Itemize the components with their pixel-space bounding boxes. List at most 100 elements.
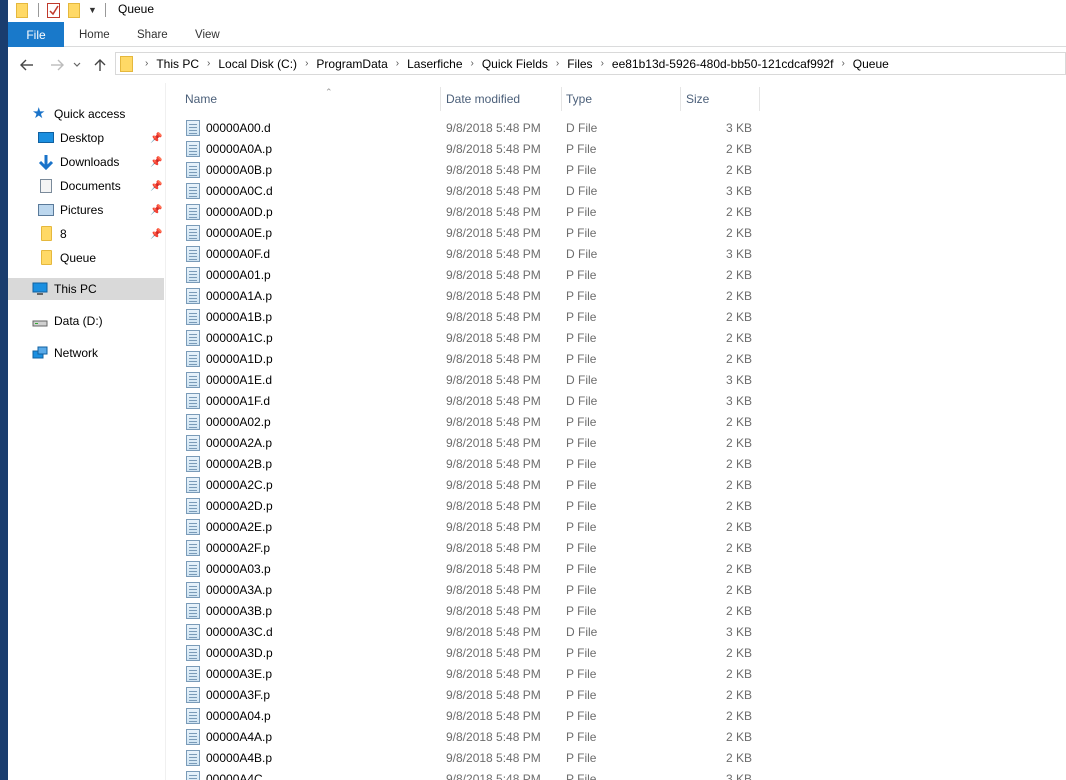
file-row[interactable]: 00000A2A.p 9/8/2018 5:48 PM P File 2 KB: [166, 432, 766, 453]
file-name-cell[interactable]: 00000A2C.p: [186, 474, 273, 495]
column-divider[interactable]: [561, 87, 562, 111]
nav-queue[interactable]: Queue: [38, 247, 96, 269]
file-row[interactable]: 00000A1B.p 9/8/2018 5:48 PM P File 2 KB: [166, 306, 766, 327]
file-row[interactable]: 00000A1C.p 9/8/2018 5:48 PM P File 2 KB: [166, 327, 766, 348]
file-row[interactable]: 00000A1D.p 9/8/2018 5:48 PM P File 2 KB: [166, 348, 766, 369]
file-name-cell[interactable]: 00000A3A.p: [186, 579, 272, 600]
file-row[interactable]: 00000A3E.p 9/8/2018 5:48 PM P File 2 KB: [166, 663, 766, 684]
file-name-cell[interactable]: 00000A2A.p: [186, 432, 272, 453]
pin-icon[interactable]: 📌: [150, 157, 162, 168]
file-name-cell[interactable]: 00000A1A.p: [186, 285, 272, 306]
file-row[interactable]: 00000A02.p 9/8/2018 5:48 PM P File 2 KB: [166, 411, 766, 432]
file-name-cell[interactable]: 00000A1C.p: [186, 327, 273, 348]
pin-icon[interactable]: 📌: [150, 229, 162, 240]
breadcrumb-separator[interactable]: ›: [556, 58, 559, 69]
column-header-date[interactable]: Date modified: [446, 87, 561, 111]
nav-network[interactable]: Network: [32, 342, 98, 364]
file-row[interactable]: 00000A2F.p 9/8/2018 5:48 PM P File 2 KB: [166, 537, 766, 558]
breadcrumb-quick-fields[interactable]: Quick Fields: [482, 57, 548, 71]
file-name-cell[interactable]: 00000A0B.p: [186, 159, 272, 180]
file-row[interactable]: 00000A0C.d 9/8/2018 5:48 PM D File 3 KB: [166, 180, 766, 201]
file-name-cell[interactable]: 00000A3D.p: [186, 642, 273, 663]
file-name-cell[interactable]: 00000A2D.p: [186, 495, 273, 516]
file-row[interactable]: 00000A01.p 9/8/2018 5:48 PM P File 2 KB: [166, 264, 766, 285]
file-row[interactable]: 00000A2B.p 9/8/2018 5:48 PM P File 2 KB: [166, 453, 766, 474]
file-row[interactable]: 00000A4B.p 9/8/2018 5:48 PM P File 2 KB: [166, 747, 766, 768]
file-row[interactable]: 00000A3F.p 9/8/2018 5:48 PM P File 2 KB: [166, 684, 766, 705]
file-row[interactable]: 00000A3A.p 9/8/2018 5:48 PM P File 2 KB: [166, 579, 766, 600]
column-divider[interactable]: [440, 87, 441, 111]
file-row[interactable]: 00000A1E.d 9/8/2018 5:48 PM D File 3 KB: [166, 369, 766, 390]
file-row[interactable]: 00000A2E.p 9/8/2018 5:48 PM P File 2 KB: [166, 516, 766, 537]
file-row[interactable]: 00000A0D.p 9/8/2018 5:48 PM P File 2 KB: [166, 201, 766, 222]
file-name-cell[interactable]: 00000A0F.d: [186, 243, 270, 264]
breadcrumb-programdata[interactable]: ProgramData: [316, 57, 387, 71]
file-row[interactable]: 00000A3C.d 9/8/2018 5:48 PM D File 3 KB: [166, 621, 766, 642]
breadcrumb-local-disk[interactable]: Local Disk (C:): [218, 57, 297, 71]
file-name-cell[interactable]: 00000A0E.p: [186, 222, 272, 243]
file-row[interactable]: 00000A2C.p 9/8/2018 5:48 PM P File 2 KB: [166, 474, 766, 495]
tab-share[interactable]: Share: [137, 22, 168, 47]
breadcrumb-separator[interactable]: ›: [601, 58, 604, 69]
breadcrumb-separator[interactable]: ›: [471, 58, 474, 69]
file-row[interactable]: 00000A2D.p 9/8/2018 5:48 PM P File 2 KB: [166, 495, 766, 516]
file-row[interactable]: 00000A4C 9/8/2018 5:48 PM P File 3 KB: [166, 768, 766, 780]
customize-qat-dropdown-icon[interactable]: ▼: [88, 5, 97, 15]
pin-icon[interactable]: 📌: [150, 181, 162, 192]
breadcrumb-guid-folder[interactable]: ee81b13d-5926-480d-bb50-121cdcaf992f: [612, 57, 834, 71]
file-name-cell[interactable]: 00000A2F.p: [186, 537, 270, 558]
file-name-cell[interactable]: 00000A3B.p: [186, 600, 272, 621]
breadcrumb-separator[interactable]: ›: [305, 58, 308, 69]
breadcrumb-separator[interactable]: ›: [207, 58, 210, 69]
file-row[interactable]: 00000A1F.d 9/8/2018 5:48 PM D File 3 KB: [166, 390, 766, 411]
file-row[interactable]: 00000A3D.p 9/8/2018 5:48 PM P File 2 KB: [166, 642, 766, 663]
tab-file[interactable]: File: [8, 22, 64, 47]
file-name-cell[interactable]: 00000A1B.p: [186, 306, 272, 327]
file-name-cell[interactable]: 00000A03.p: [186, 558, 271, 579]
file-name-cell[interactable]: 00000A1F.d: [186, 390, 270, 411]
column-divider[interactable]: [759, 87, 760, 111]
file-name-cell[interactable]: 00000A1E.d: [186, 369, 272, 390]
tab-home[interactable]: Home: [79, 22, 110, 47]
file-row[interactable]: 00000A03.p 9/8/2018 5:48 PM P File 2 KB: [166, 558, 766, 579]
file-name-cell[interactable]: 00000A3C.d: [186, 621, 273, 642]
properties-icon[interactable]: [47, 2, 60, 18]
file-name-cell[interactable]: 00000A4B.p: [186, 747, 272, 768]
back-button[interactable]: [18, 56, 36, 74]
file-name-cell[interactable]: 00000A0D.p: [186, 201, 273, 222]
nav-quick-access[interactable]: ★ Quick access: [32, 103, 125, 125]
file-name-cell[interactable]: 00000A00.d: [186, 117, 271, 138]
pin-icon[interactable]: 📌: [150, 133, 162, 144]
file-name-cell[interactable]: 00000A3F.p: [186, 684, 270, 705]
file-name-cell[interactable]: 00000A3E.p: [186, 663, 272, 684]
file-row[interactable]: 00000A1A.p 9/8/2018 5:48 PM P File 2 KB: [166, 285, 766, 306]
file-row[interactable]: 00000A4A.p 9/8/2018 5:48 PM P File 2 KB: [166, 726, 766, 747]
file-name-cell[interactable]: 00000A04.p: [186, 705, 271, 726]
breadcrumb-queue[interactable]: Queue: [853, 57, 889, 71]
file-row[interactable]: 00000A0F.d 9/8/2018 5:48 PM D File 3 KB: [166, 243, 766, 264]
file-name-cell[interactable]: 00000A0A.p: [186, 138, 272, 159]
recent-locations-button[interactable]: [71, 56, 83, 74]
file-name-cell[interactable]: 00000A4C: [186, 768, 263, 780]
column-header-size[interactable]: Size: [686, 87, 756, 111]
tab-view[interactable]: View: [195, 22, 220, 47]
nav-pictures[interactable]: Pictures 📌: [38, 199, 166, 221]
file-name-cell[interactable]: 00000A4A.p: [186, 726, 272, 747]
column-divider[interactable]: [680, 87, 681, 111]
column-header-type[interactable]: Type: [566, 87, 676, 111]
file-name-cell[interactable]: 00000A2B.p: [186, 453, 272, 474]
file-row[interactable]: 00000A0A.p 9/8/2018 5:48 PM P File 2 KB: [166, 138, 766, 159]
file-row[interactable]: 00000A0B.p 9/8/2018 5:48 PM P File 2 KB: [166, 159, 766, 180]
file-row[interactable]: 00000A00.d 9/8/2018 5:48 PM D File 3 KB: [166, 117, 766, 138]
file-name-cell[interactable]: 00000A01.p: [186, 264, 271, 285]
breadcrumb-this-pc[interactable]: This PC: [156, 57, 199, 71]
nav-this-pc[interactable]: This PC: [8, 278, 164, 300]
breadcrumb-separator[interactable]: ›: [396, 58, 399, 69]
column-header-name[interactable]: Name ⌃: [185, 87, 440, 111]
breadcrumb-separator[interactable]: ›: [145, 58, 148, 69]
file-row[interactable]: 00000A04.p 9/8/2018 5:48 PM P File 2 KB: [166, 705, 766, 726]
up-button[interactable]: [91, 56, 109, 74]
new-folder-icon[interactable]: [68, 2, 80, 18]
nav-data-drive[interactable]: Data (D:): [32, 310, 103, 332]
file-name-cell[interactable]: 00000A0C.d: [186, 180, 273, 201]
